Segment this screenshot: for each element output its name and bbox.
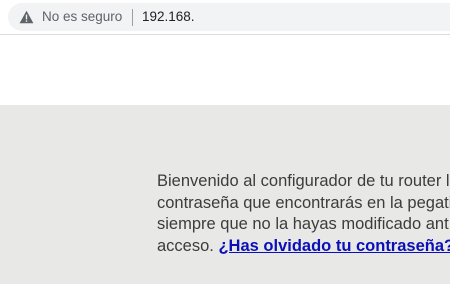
warning-triangle-icon[interactable]	[19, 10, 34, 24]
security-status-label[interactable]: No es seguro	[42, 9, 122, 25]
url-divider	[132, 9, 133, 26]
url-text[interactable]: 192.168.	[142, 9, 195, 25]
address-bar[interactable]: No es seguro 192.168.	[8, 3, 450, 31]
welcome-line: Bienvenido al configurador de tu router …	[157, 172, 450, 190]
welcome-message: Bienvenido al configurador de tu router …	[157, 171, 450, 257]
welcome-line: siempre que no la hayas modificado ant	[157, 215, 449, 233]
forgot-password-link[interactable]: ¿Has olvidado tu contraseña?	[218, 237, 450, 255]
welcome-line-last: acceso. ¿Has olvidado tu contraseña?	[157, 236, 450, 258]
browser-toolbar: No es seguro 192.168.	[0, 0, 450, 34]
welcome-line-tail: acceso.	[157, 236, 214, 255]
page-header-area	[0, 35, 450, 105]
welcome-line: contraseña que encontrarás en la pegati	[157, 193, 450, 212]
